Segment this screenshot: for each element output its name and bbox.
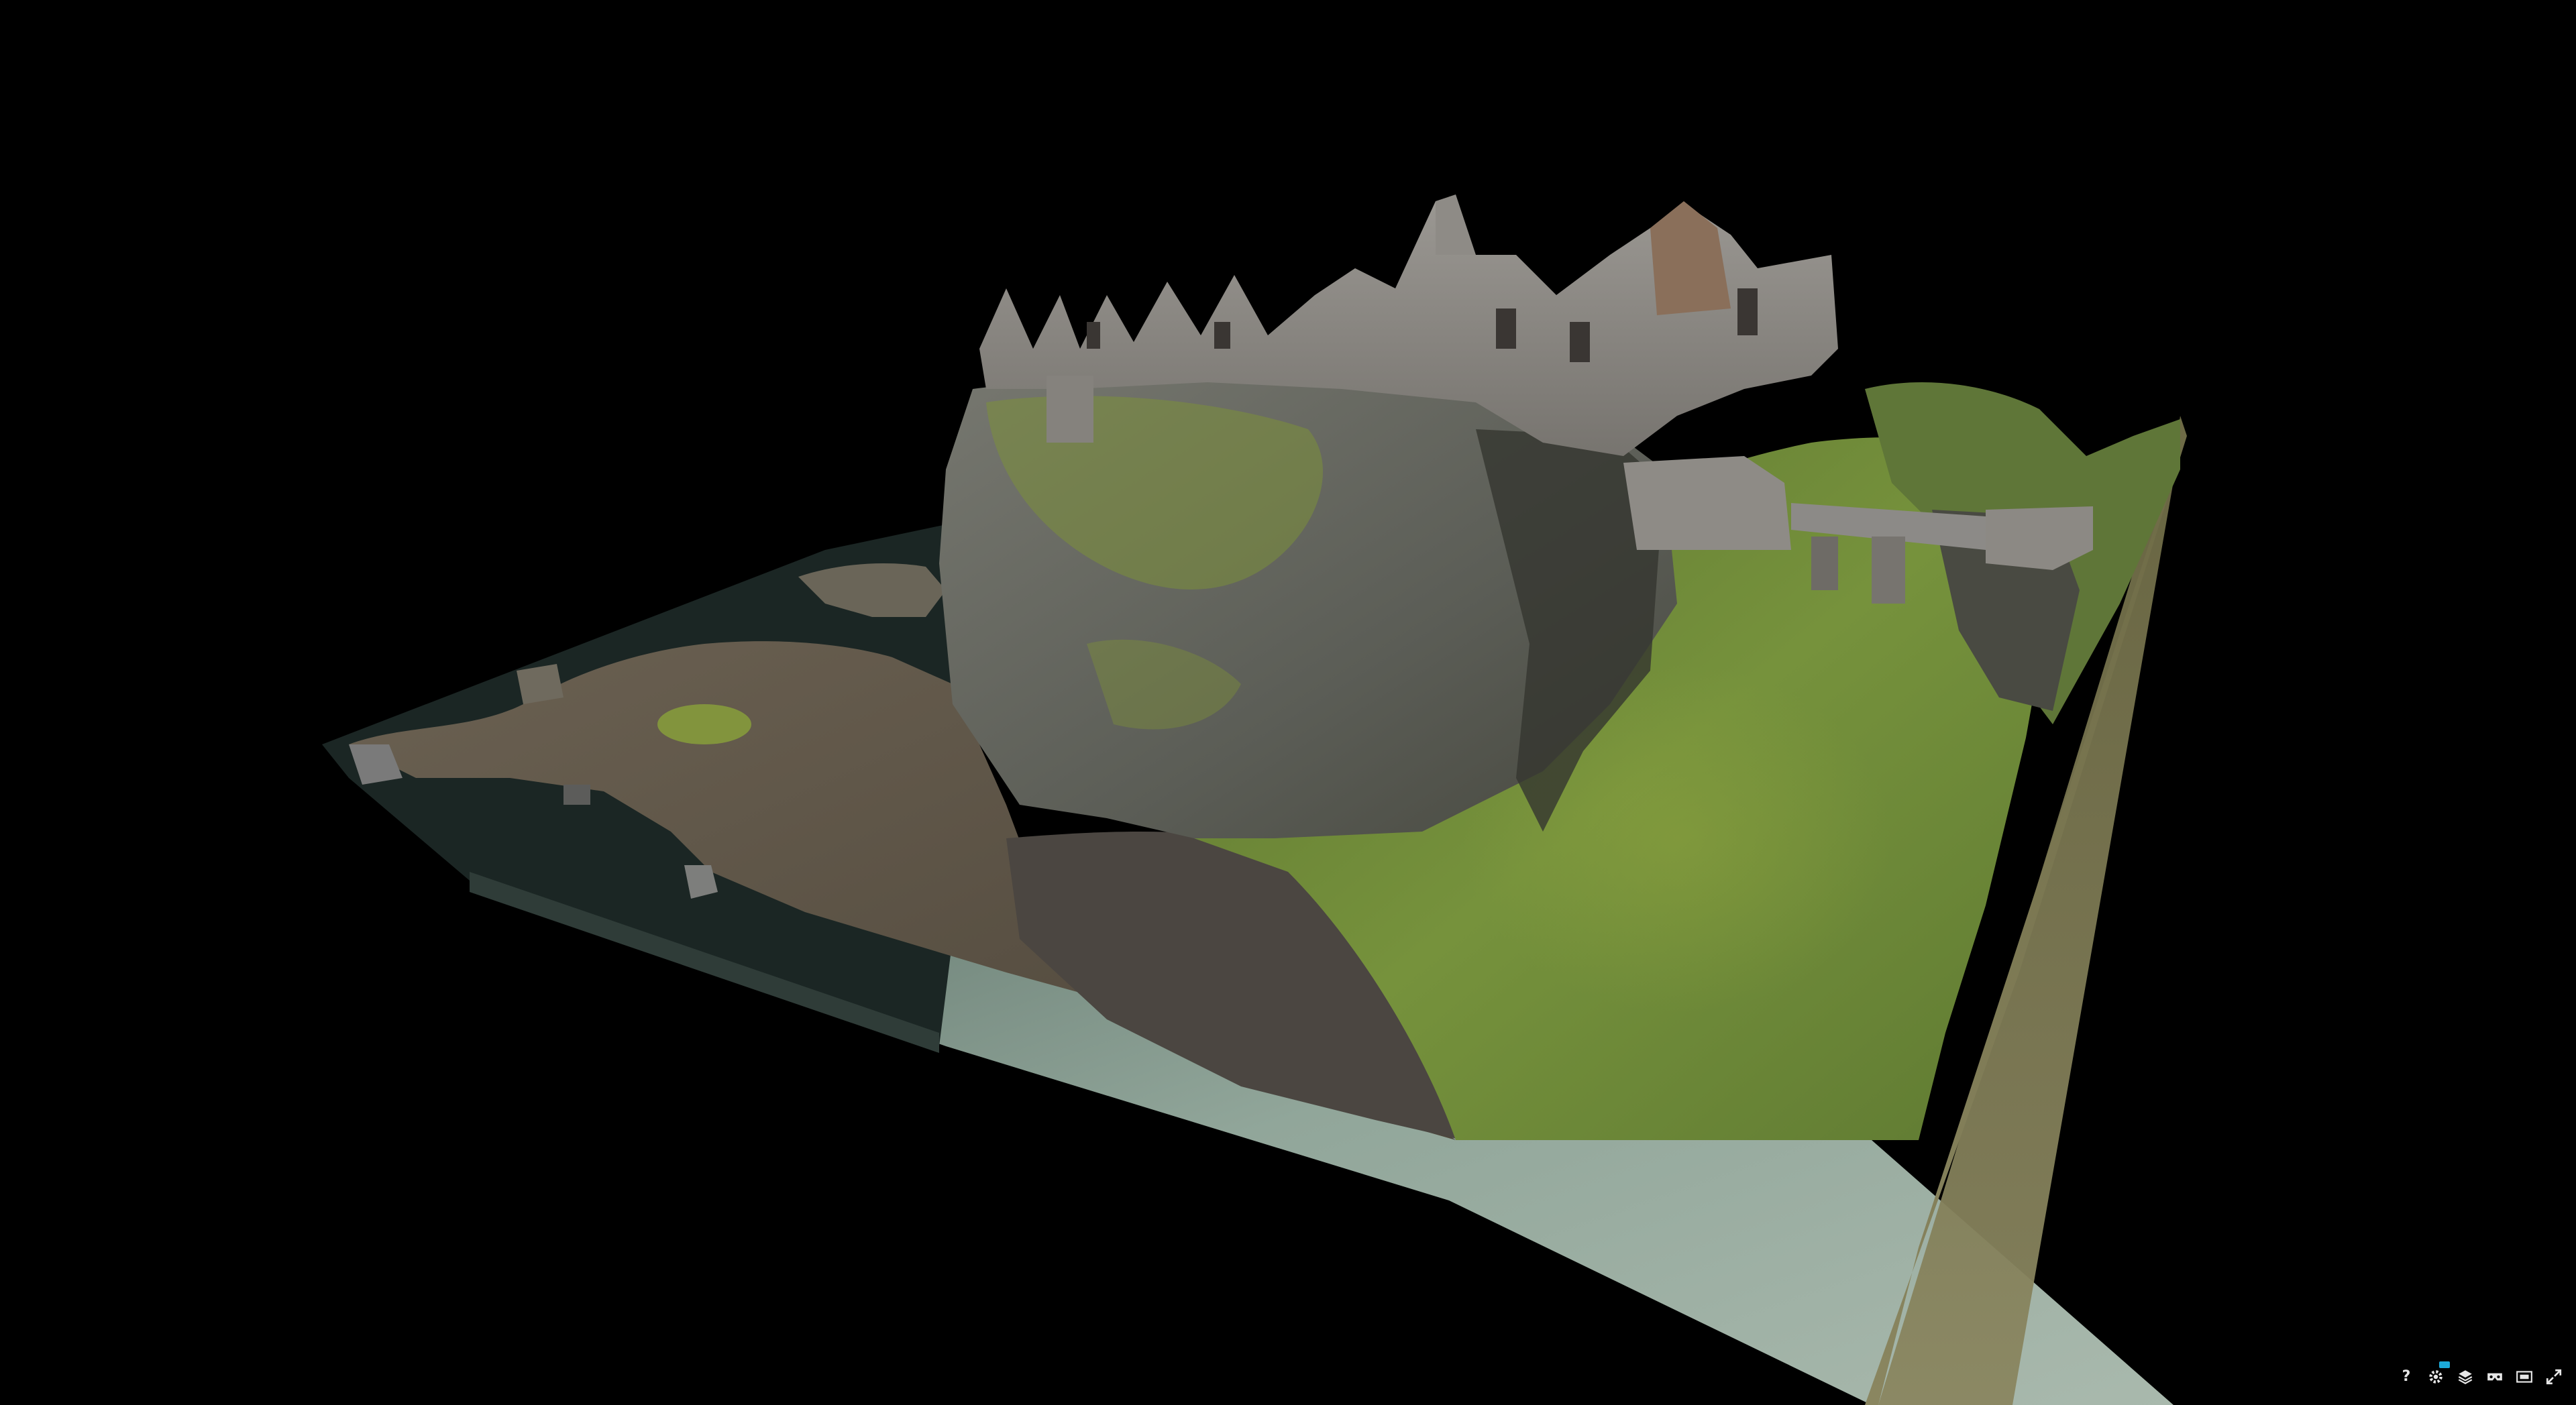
3d-model-canvas[interactable] [0, 0, 2576, 1405]
bridge-pier [1811, 537, 1838, 590]
gable-tower [1436, 194, 1476, 255]
window-opening [1737, 288, 1758, 335]
settings-button[interactable] [2426, 1361, 2450, 1387]
theatre-icon [2516, 1371, 2532, 1383]
viewer-toolbar: ? [2396, 1361, 2564, 1392]
fullscreen-icon [2546, 1369, 2562, 1385]
3d-model-viewer[interactable]: ? [0, 0, 2576, 1405]
question-icon: ? [2402, 1368, 2411, 1385]
help-button[interactable]: ? [2396, 1367, 2416, 1387]
window-opening [1570, 322, 1590, 362]
tall-gable [1650, 201, 1731, 315]
moss-patch [657, 704, 751, 744]
theatre-mode-button[interactable] [2514, 1367, 2534, 1387]
window-opening [1087, 322, 1100, 349]
fullscreen-button[interactable] [2544, 1367, 2564, 1387]
lower-tower [1046, 376, 1093, 443]
gear-icon [2429, 1370, 2443, 1384]
vr-headset-icon [2487, 1373, 2502, 1381]
layers-button[interactable] [2455, 1367, 2475, 1387]
bridge-pier [1872, 537, 1905, 604]
layers-icon [2458, 1370, 2473, 1384]
window-opening [1214, 322, 1230, 349]
window-opening [1496, 308, 1516, 349]
notification-badge [2439, 1361, 2450, 1368]
vr-button[interactable] [2485, 1367, 2505, 1387]
